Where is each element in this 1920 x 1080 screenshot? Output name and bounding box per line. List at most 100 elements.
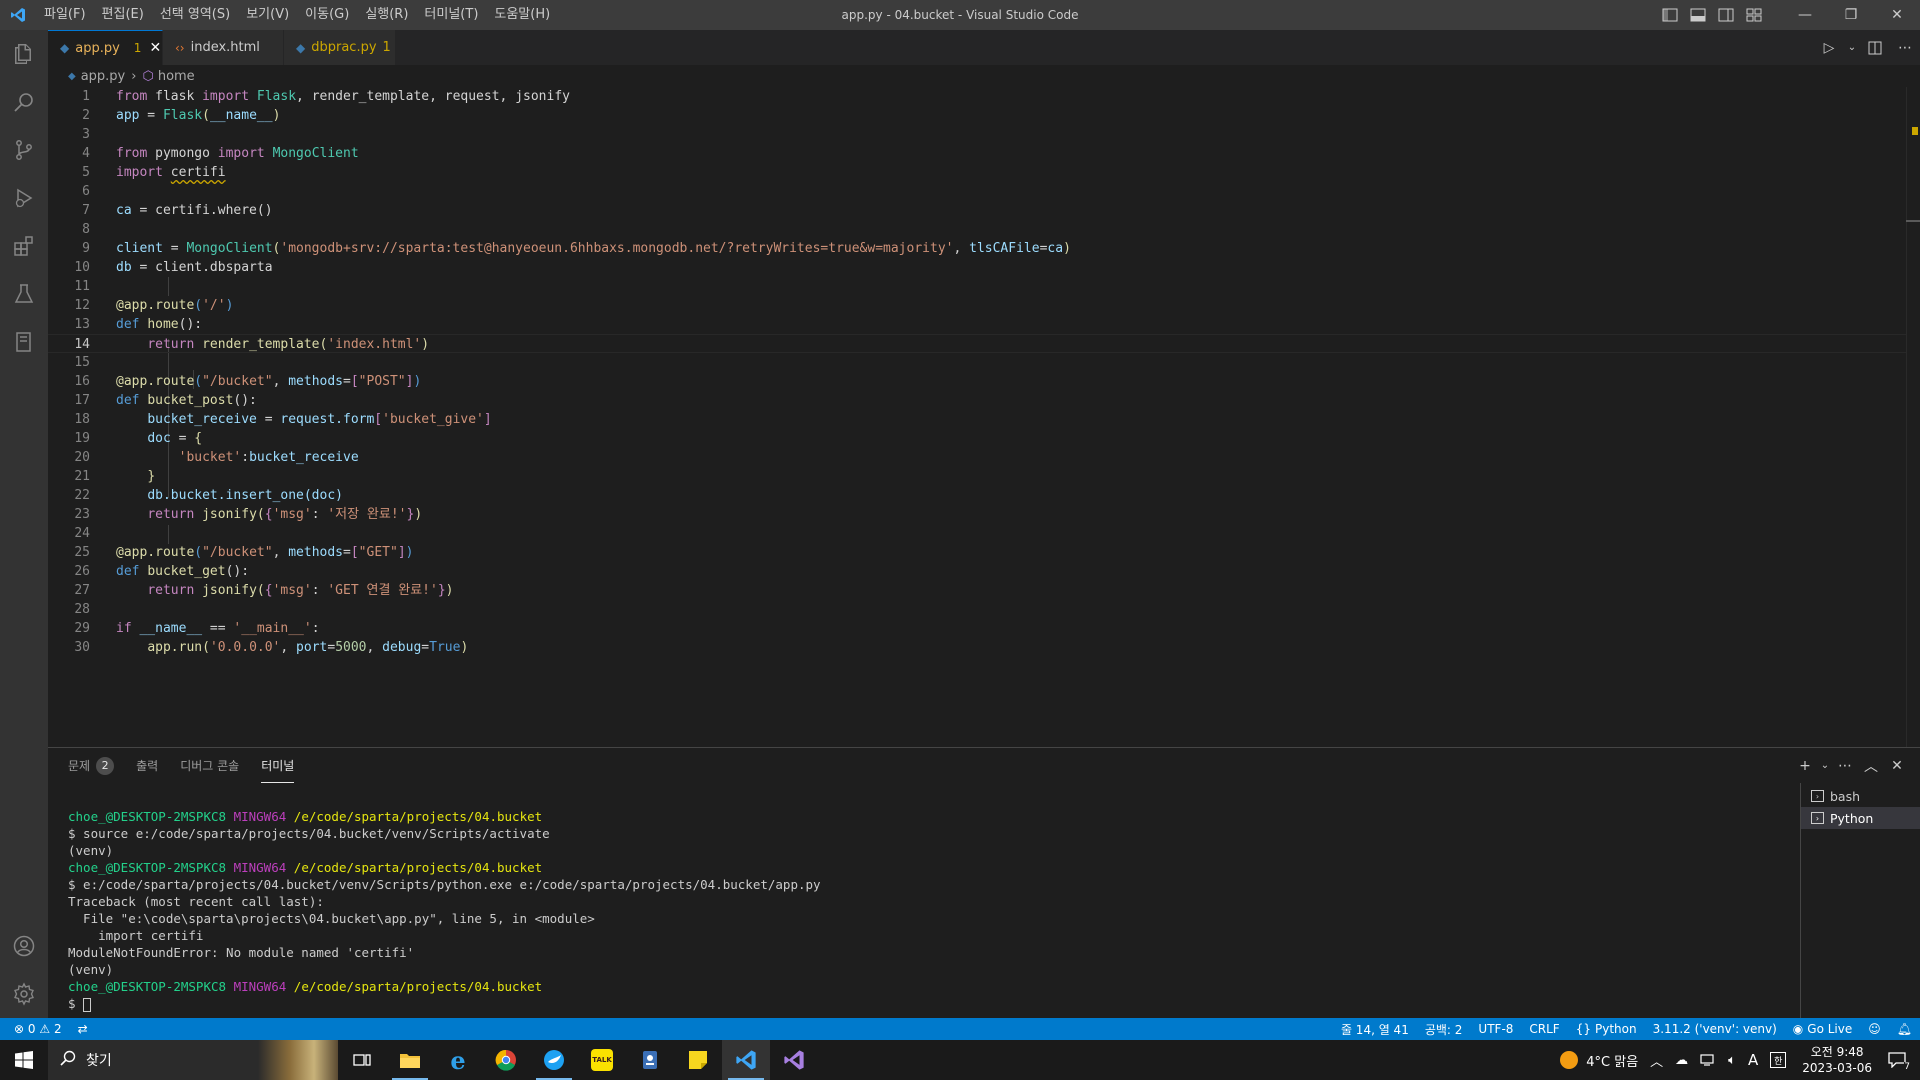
show-hidden-icons-icon[interactable]: ︿ xyxy=(1644,1040,1669,1080)
terminal-entry-bash[interactable]: › bash xyxy=(1801,785,1920,807)
new-terminal-icon[interactable]: + xyxy=(1792,748,1818,783)
toggle-sidebar-icon[interactable] xyxy=(1656,0,1684,30)
run-file-icon[interactable]: ▷ xyxy=(1814,30,1844,65)
tweeten-app-icon[interactable] xyxy=(530,1040,578,1080)
explorer-icon[interactable] xyxy=(0,30,48,78)
file-explorer-icon[interactable] xyxy=(386,1040,434,1080)
tab-dbprac-py[interactable]: ◆ dbprac.py 1 xyxy=(284,30,396,65)
menu-file[interactable]: 파일(F) xyxy=(36,0,94,30)
braces-icon: {} xyxy=(1575,1022,1591,1036)
vscode-taskbar-icon[interactable] xyxy=(722,1040,770,1080)
tab-problems[interactable]: 문제 2 xyxy=(68,748,115,783)
tab-terminal[interactable]: 터미널 xyxy=(261,748,295,783)
terminal-dropdown-icon[interactable]: ⌄ xyxy=(1818,748,1832,783)
visual-studio-icon[interactable] xyxy=(770,1040,818,1080)
ime-mode-indicator[interactable]: A xyxy=(1742,1040,1764,1080)
weather-widget[interactable]: 4°C 맑음 xyxy=(1554,1040,1644,1080)
indentation-status[interactable]: 공백: 2 xyxy=(1417,1018,1471,1040)
app-icon[interactable] xyxy=(626,1040,674,1080)
live-share-icon[interactable]: ⇄ xyxy=(70,1018,96,1040)
taskbar-search[interactable]: 찾기 xyxy=(48,1040,338,1080)
code-line: 22 db.bucket.insert_one(doc) xyxy=(74,488,343,503)
code-line: 17 def bucket_post(): xyxy=(74,393,257,408)
menu-selection[interactable]: 선택 영역(S) xyxy=(152,0,238,30)
close-tab-icon[interactable]: ✕ xyxy=(149,40,161,56)
tab-debug-console[interactable]: 디버그 콘솔 xyxy=(180,748,239,783)
maximize-panel-icon[interactable]: ︿ xyxy=(1858,748,1884,783)
terminal-line: Traceback (most recent call last): xyxy=(68,894,324,909)
menu-view[interactable]: 보기(V) xyxy=(238,0,297,30)
kakaotalk-icon[interactable]: TALK xyxy=(578,1040,626,1080)
restore-icon[interactable]: ❐ xyxy=(1828,0,1874,30)
terminal-prompt[interactable]: $ xyxy=(68,995,821,1012)
menu-terminal[interactable]: 터미널(T) xyxy=(416,0,486,30)
search-highlight-image xyxy=(258,1040,338,1080)
terminal-entry-python[interactable]: › Python xyxy=(1801,807,1920,829)
network-icon[interactable] xyxy=(1694,1040,1722,1080)
split-editor-icon[interactable] xyxy=(1860,30,1890,65)
close-window-icon[interactable]: ✕ xyxy=(1874,0,1920,30)
code-line: 29 if __name__ == '__main__': xyxy=(74,621,320,636)
taskbar-clock[interactable]: 오전 9:48 2023-03-06 xyxy=(1792,1044,1882,1076)
menu-edit[interactable]: 편집(E) xyxy=(94,0,152,30)
more-actions-icon[interactable]: ⋯ xyxy=(1890,30,1920,65)
tab-index-html[interactable]: ‹› index.html xyxy=(163,30,284,65)
more-actions-icon[interactable]: ⋯ xyxy=(1832,748,1858,783)
toggle-panel-icon[interactable] xyxy=(1684,0,1712,30)
chrome-icon[interactable] xyxy=(482,1040,530,1080)
edge-browser-icon[interactable]: e xyxy=(434,1040,482,1080)
sticky-notes-icon[interactable] xyxy=(674,1040,722,1080)
tab-output[interactable]: 출력 xyxy=(136,748,158,783)
action-center-icon[interactable]: 7 xyxy=(1882,1040,1920,1080)
go-live-button[interactable]: ◉ Go Live xyxy=(1785,1018,1860,1040)
ime-korean-icon[interactable]: 한 xyxy=(1764,1040,1792,1080)
terminal-line: $ source e:/code/sparta/projects/04.buck… xyxy=(68,826,550,841)
source-control-icon[interactable] xyxy=(0,126,48,174)
tab-app-py[interactable]: ◆ app.py 1 ✕ xyxy=(48,30,163,65)
notification-count: 7 xyxy=(1904,1062,1910,1072)
python-interpreter[interactable]: 3.11.2 ('venv': venv) xyxy=(1645,1018,1785,1040)
testing-icon[interactable] xyxy=(0,270,48,318)
terminal-line: choe_@DESKTOP-2MSPKC8 MINGW64 /e/code/sp… xyxy=(68,979,543,994)
menu-help[interactable]: 도움말(H) xyxy=(486,0,558,30)
minimize-icon[interactable]: — xyxy=(1782,0,1828,30)
settings-gear-icon[interactable] xyxy=(0,970,48,1018)
encoding-status[interactable]: UTF-8 xyxy=(1470,1018,1521,1040)
eol-status[interactable]: CRLF xyxy=(1521,1018,1567,1040)
run-debug-icon[interactable] xyxy=(0,174,48,222)
customize-layout-icon[interactable] xyxy=(1740,0,1768,30)
run-dropdown-icon[interactable]: ⌄ xyxy=(1844,30,1860,65)
cloud-sync-icon[interactable]: ☁ xyxy=(1669,1040,1694,1080)
windows-start-icon[interactable] xyxy=(0,1040,48,1080)
search-icon[interactable] xyxy=(0,78,48,126)
problems-status[interactable]: ⊗ 0 ⚠ 2 xyxy=(12,1018,70,1040)
extensions-icon[interactable] xyxy=(0,222,48,270)
status-bar: ⊗ 0 ⚠ 2 ⇄ 줄 14, 열 41 공백: 2 UTF-8 CRLF {}… xyxy=(0,1018,1920,1040)
code-line: 18 bucket_receive = request.form['bucket… xyxy=(74,412,492,427)
remote-explorer-icon[interactable] xyxy=(0,318,48,366)
toggle-secondary-sidebar-icon[interactable] xyxy=(1712,0,1740,30)
code-line-current: 14 return render_template('index.html') xyxy=(48,334,1908,353)
code-line: 6 xyxy=(82,184,90,199)
unresolved-import-warning: certifi xyxy=(170,165,226,180)
volume-icon[interactable]: 🔈︎ xyxy=(1722,1040,1742,1080)
close-panel-icon[interactable]: ✕ xyxy=(1884,748,1910,783)
cursor-position[interactable]: 줄 14, 열 41 xyxy=(1333,1018,1417,1040)
tab-label: app.py xyxy=(75,40,120,56)
breadcrumb-symbol[interactable]: home xyxy=(158,69,195,84)
notifications-bell-icon[interactable]: 🔔︎ xyxy=(1889,1018,1920,1040)
feedback-icon[interactable]: ☺ xyxy=(1860,1018,1889,1040)
system-tray: 4°C 맑음 ︿ ☁ 🔈︎ A 한 오전 9:48 2023-03-06 7 xyxy=(1554,1040,1920,1080)
code-editor[interactable]: 1 from flask import Flask, render_templat… xyxy=(48,87,1920,747)
breadcrumb-file[interactable]: app.py xyxy=(81,69,126,84)
menu-go[interactable]: 이동(G) xyxy=(297,0,357,30)
error-icon: ⊗ xyxy=(14,1022,25,1036)
terminal-output[interactable]: choe_@DESKTOP-2MSPKC8 MINGW64 /e/code/sp… xyxy=(68,808,821,1012)
task-view-icon[interactable] xyxy=(338,1040,386,1080)
code-line: 25 @app.route("/bucket", methods=["GET"]) xyxy=(74,545,414,560)
language-mode[interactable]: {} Python xyxy=(1568,1018,1645,1040)
editor-scrollbar[interactable] xyxy=(1906,87,1920,747)
terminal-cursor xyxy=(83,997,92,1012)
accounts-icon[interactable] xyxy=(0,922,48,970)
menu-run[interactable]: 실행(R) xyxy=(357,0,416,30)
